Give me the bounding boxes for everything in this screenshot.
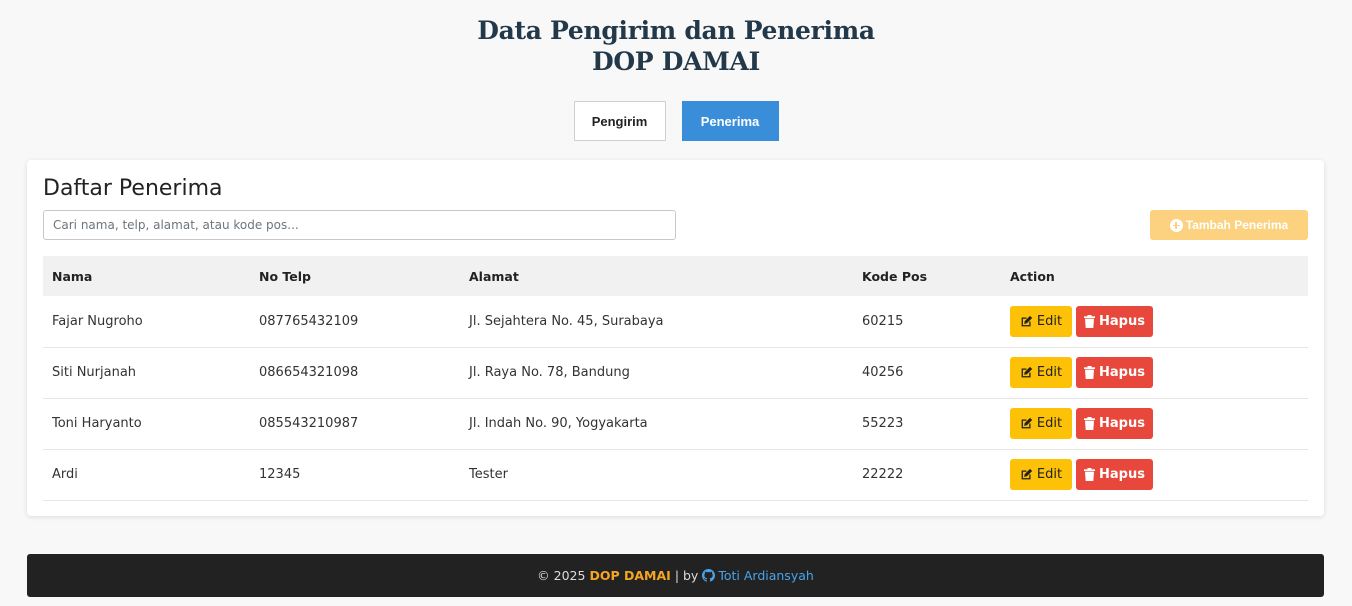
header-action: Action bbox=[1010, 268, 1055, 284]
footer-separator: | by bbox=[674, 568, 699, 583]
cell-kode-pos: 22222 bbox=[862, 467, 904, 482]
search-input[interactable] bbox=[43, 210, 676, 240]
cell-alamat: Jl. Indah No. 90, Yogyakarta bbox=[469, 416, 648, 431]
edit-button[interactable]: Edit bbox=[1010, 305, 1072, 337]
cell-telp: 086654321098 bbox=[259, 365, 359, 380]
cell-kode-pos: 60215 bbox=[862, 313, 904, 329]
page-header: Data Pengirim dan Penerima DOP DAMAI bbox=[0, 0, 1352, 77]
tab-penerima[interactable]: Penerima bbox=[681, 101, 779, 141]
penerima-card: Daftar Penerima Tambah Penerima Nama No … bbox=[27, 160, 1324, 516]
hapus-button[interactable]: Hapus bbox=[1076, 459, 1153, 490]
trash-icon bbox=[1084, 468, 1096, 481]
footer-brand: DOP DAMAI bbox=[589, 568, 671, 583]
header-alamat: Alamat bbox=[469, 268, 519, 284]
table-header-row: Nama No Telp Alamat Kode Pos Action bbox=[43, 256, 1308, 296]
row-actions: Edit Hapus bbox=[1010, 305, 1299, 337]
page-title-line1: Data Pengirim dan Penerima bbox=[477, 16, 875, 45]
edit-icon bbox=[1020, 315, 1033, 328]
table-row: Siti Nurjanah 086654321098 Jl. Raya No. 78… bbox=[43, 347, 1308, 398]
cell-alamat: Jl. Sejahtera No. 45, Surabaya bbox=[469, 313, 664, 329]
cell-nama: Toni Haryanto bbox=[52, 416, 142, 431]
github-icon bbox=[702, 569, 716, 582]
tab-pengirim[interactable]: Pengirim bbox=[573, 101, 666, 141]
cell-alamat: Tester bbox=[469, 467, 508, 482]
footer-copyright: © 2025 bbox=[537, 568, 586, 583]
page-title-line2: DOP DAMAI bbox=[591, 47, 761, 76]
hapus-button[interactable]: Hapus bbox=[1076, 357, 1153, 388]
add-penerima-button[interactable]: Tambah Penerima bbox=[1150, 210, 1308, 240]
cell-action: Edit Hapus bbox=[1001, 296, 1308, 347]
row-actions: Edit Hapus bbox=[1010, 357, 1299, 388]
header-kode-pos: Kode Pos bbox=[862, 268, 928, 284]
hapus-label: Hapus bbox=[1099, 467, 1145, 482]
edit-button[interactable]: Edit bbox=[1010, 408, 1072, 439]
header-nama: Nama bbox=[52, 268, 93, 284]
row-actions: Edit Hapus bbox=[1010, 459, 1299, 490]
edit-label: Edit bbox=[1036, 416, 1063, 431]
cell-action: Edit Hapus bbox=[1001, 347, 1308, 398]
hapus-label: Hapus bbox=[1099, 416, 1145, 431]
page-title: Data Pengirim dan Penerima DOP DAMAI bbox=[0, 15, 1352, 77]
edit-button[interactable]: Edit bbox=[1010, 357, 1072, 388]
add-penerima-label: Tambah Penerima bbox=[1185, 218, 1289, 232]
plus-circle-icon bbox=[1169, 218, 1183, 232]
table-row: Toni Haryanto 085543210987 Jl. Indah No. 9… bbox=[43, 398, 1308, 449]
table-row: Fajar Nugroho 087765432109 Jl. Sejahtera N… bbox=[43, 296, 1308, 347]
tab-bar: Pengirim Penerima bbox=[0, 101, 1352, 141]
cell-nama: Ardi bbox=[52, 467, 78, 482]
trash-icon bbox=[1084, 366, 1096, 379]
hapus-button[interactable]: Hapus bbox=[1076, 408, 1153, 439]
trash-icon bbox=[1084, 314, 1096, 328]
cell-nama: Fajar Nugroho bbox=[52, 313, 143, 329]
card-toolbar: Tambah Penerima bbox=[43, 210, 1308, 240]
cell-kode-pos: 40256 bbox=[862, 365, 904, 380]
edit-icon bbox=[1020, 417, 1033, 430]
edit-icon bbox=[1020, 468, 1033, 481]
cell-action: Edit Hapus bbox=[1001, 398, 1308, 449]
trash-icon bbox=[1084, 417, 1096, 430]
row-actions: Edit Hapus bbox=[1010, 408, 1299, 439]
card-title: Daftar Penerima bbox=[43, 176, 223, 201]
footer: © 2025 DOP DAMAI | by Toti Ardiansyah bbox=[27, 554, 1324, 597]
cell-alamat: Jl. Raya No. 78, Bandung bbox=[469, 365, 630, 380]
table-row: Ardi 12345 Tester 22222 Edit Hapus bbox=[43, 449, 1308, 500]
cell-nama: Siti Nurjanah bbox=[52, 365, 137, 380]
cell-telp: 085543210987 bbox=[259, 416, 359, 431]
cell-telp: 12345 bbox=[259, 467, 301, 482]
penerima-table: Nama No Telp Alamat Kode Pos Action Faja… bbox=[43, 256, 1308, 501]
header-telp: No Telp bbox=[259, 268, 311, 284]
edit-label: Edit bbox=[1036, 313, 1063, 329]
cell-action: Edit Hapus bbox=[1001, 449, 1308, 500]
cell-kode-pos: 55223 bbox=[862, 416, 904, 431]
edit-label: Edit bbox=[1036, 365, 1063, 380]
edit-icon bbox=[1020, 366, 1033, 379]
hapus-label: Hapus bbox=[1099, 365, 1145, 380]
table-body: Fajar Nugroho 087765432109 Jl. Sejahtera N… bbox=[43, 296, 1308, 500]
edit-button[interactable]: Edit bbox=[1010, 459, 1072, 490]
hapus-button[interactable]: Hapus bbox=[1076, 305, 1153, 337]
hapus-label: Hapus bbox=[1099, 313, 1145, 329]
edit-label: Edit bbox=[1036, 467, 1063, 482]
footer-author-link[interactable]: Toti Ardiansyah bbox=[702, 568, 814, 583]
cell-telp: 087765432109 bbox=[259, 313, 359, 329]
footer-author: Toti Ardiansyah bbox=[718, 568, 814, 583]
